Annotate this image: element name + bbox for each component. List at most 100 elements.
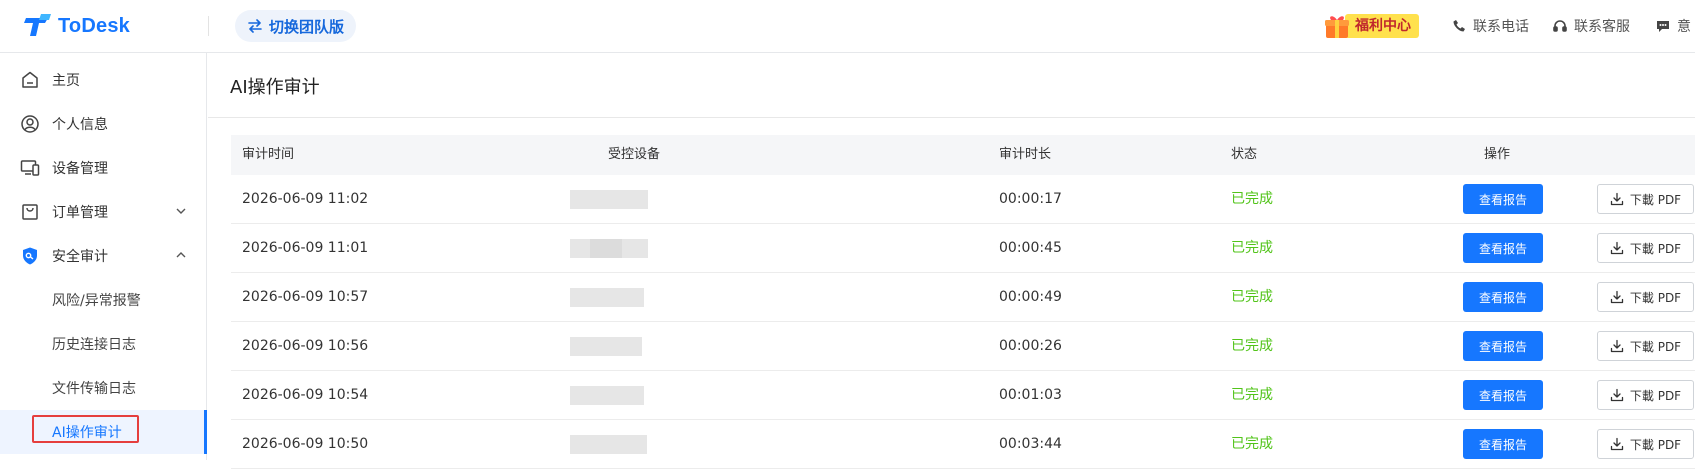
sidebar-subitem-ai-audit[interactable]: AI操作审计	[0, 410, 207, 454]
download-pdf-button[interactable]: 下載 PDF	[1597, 233, 1694, 263]
table-row: 2026-06-09 11:02 00:00:17 已完成 查看报告 下載 PD…	[231, 175, 1695, 224]
cell-audit-time: 2026-06-09 10:56	[242, 338, 369, 354]
sidebar-item-label: 主页	[52, 73, 80, 89]
sidebar-subitem-file-transfer-log[interactable]: 文件传输日志	[0, 366, 207, 410]
download-pdf-label: 下載 PDF	[1629, 388, 1682, 403]
cell-duration: 00:00:17	[999, 191, 1062, 207]
view-report-button[interactable]: 查看报告	[1463, 184, 1543, 214]
view-report-button[interactable]: 查看报告	[1463, 233, 1543, 263]
download-pdf-label: 下載 PDF	[1629, 290, 1682, 305]
table-body: 2026-06-09 11:02 00:00:17 已完成 查看报告 下載 PD…	[231, 175, 1695, 469]
column-header-actions: 操作	[1484, 147, 1511, 162]
view-report-label: 查看报告	[1478, 437, 1527, 452]
home-icon	[20, 70, 40, 90]
message-icon	[1655, 18, 1671, 34]
sidebar-subitem-risk-alerts[interactable]: 风险/异常报警	[0, 278, 207, 322]
column-header-device: 受控设备	[608, 147, 661, 162]
table-header: 审计时间 受控设备 审计时长 状态 操作	[231, 135, 1695, 175]
benefit-center-button[interactable]: 福利中心	[1323, 13, 1419, 39]
table-row: 2026-06-09 11:01 00:00:45 已完成 查看报告 下載 PD…	[231, 224, 1695, 273]
sidebar-item-orders[interactable]: 订单管理	[0, 190, 207, 234]
device-redacted-placeholder	[570, 239, 648, 258]
page-title: AI操作审计	[230, 77, 320, 98]
sidebar-item-label: 安全审计	[52, 249, 108, 265]
view-report-label: 查看报告	[1478, 339, 1527, 354]
cell-status: 已完成	[1231, 338, 1273, 354]
device-redacted-placeholder	[570, 337, 642, 356]
sidebar-subitem-label: 风险/异常报警	[52, 293, 141, 309]
headset-icon	[1552, 18, 1568, 34]
cell-audit-time: 2026-06-09 10:57	[242, 289, 369, 305]
view-report-label: 查看报告	[1478, 388, 1527, 403]
audit-table: 审计时间 受控设备 审计时长 状态 操作 2026-06-09 11:02 00…	[231, 135, 1695, 469]
device-redacted-placeholder	[570, 386, 644, 405]
main-content: AI操作审计 审计时间 受控设备 审计时长 状态 操作 2026-06-09 1…	[208, 53, 1695, 469]
download-pdf-label: 下載 PDF	[1629, 339, 1682, 354]
todesk-logo-icon	[24, 12, 54, 40]
table-row: 2026-06-09 10:54 00:01:03 已完成 查看报告 下載 PD…	[231, 371, 1695, 420]
cell-duration: 00:00:26	[999, 338, 1062, 354]
view-report-button[interactable]: 查看报告	[1463, 429, 1543, 459]
user-icon	[20, 114, 40, 134]
device-redacted-placeholder	[570, 288, 644, 307]
bag-icon	[20, 202, 40, 222]
header-divider	[208, 16, 209, 36]
table-row: 2026-06-09 10:50 00:03:44 已完成 查看报告 下載 PD…	[231, 420, 1695, 469]
download-pdf-button[interactable]: 下載 PDF	[1597, 380, 1694, 410]
cell-audit-time: 2026-06-09 10:54	[242, 387, 369, 403]
sidebar-item-home[interactable]: 主页	[0, 58, 207, 102]
download-pdf-button[interactable]: 下載 PDF	[1597, 282, 1694, 312]
sidebar-item-label: 设备管理	[52, 161, 108, 177]
view-report-label: 查看报告	[1478, 192, 1527, 207]
cell-status: 已完成	[1231, 289, 1273, 305]
table-row: 2026-06-09 10:57 00:00:49 已完成 查看报告 下載 PD…	[231, 273, 1695, 322]
switch-team-edition-label: 切换团队版	[269, 17, 345, 36]
view-report-button[interactable]: 查看报告	[1463, 282, 1543, 312]
download-pdf-button[interactable]: 下載 PDF	[1597, 331, 1694, 361]
view-report-button[interactable]: 查看报告	[1463, 380, 1543, 410]
sidebar-item-profile[interactable]: 个人信息	[0, 102, 207, 146]
download-pdf-label: 下載 PDF	[1629, 437, 1682, 452]
contact-phone-link[interactable]: 联系电话	[1451, 16, 1529, 36]
chevron-down-icon	[175, 205, 187, 217]
cell-status: 已完成	[1231, 436, 1273, 452]
contact-support-label: 联系客服	[1574, 19, 1630, 35]
download-icon	[1610, 241, 1624, 255]
contact-support-link[interactable]: 联系客服	[1552, 16, 1630, 36]
title-divider	[208, 117, 1695, 118]
download-icon	[1610, 192, 1624, 206]
app-logo[interactable]: ToDesk	[24, 12, 130, 40]
contact-phone-label: 联系电话	[1473, 19, 1529, 35]
sidebar-item-devices[interactable]: 设备管理	[0, 146, 207, 190]
table-row: 2026-06-09 10:56 00:00:26 已完成 查看报告 下載 PD…	[231, 322, 1695, 371]
sidebar-item-security-audit[interactable]: 安全审计	[0, 234, 207, 278]
download-icon	[1610, 290, 1624, 304]
shield-icon	[20, 246, 40, 266]
cell-audit-time: 2026-06-09 10:50	[242, 436, 369, 452]
download-pdf-label: 下載 PDF	[1629, 241, 1682, 256]
gift-icon	[1323, 12, 1351, 40]
column-header-status: 状态	[1231, 147, 1258, 162]
devices-icon	[20, 158, 40, 178]
device-redacted-placeholder	[570, 190, 648, 209]
cell-duration: 00:03:44	[999, 436, 1062, 452]
active-indicator	[204, 410, 207, 454]
switch-team-edition-button[interactable]: 切换团队版	[235, 10, 357, 42]
message-link[interactable]: 意	[1655, 16, 1691, 36]
top-header: ToDesk 切换团队版 福利中心 联系电话 联系客服 意	[0, 0, 1695, 53]
chevron-up-icon	[175, 249, 187, 261]
benefit-center-label: 福利中心	[1345, 14, 1419, 38]
sidebar-subitem-connection-log[interactable]: 历史连接日志	[0, 322, 207, 366]
device-redacted-placeholder	[570, 435, 647, 454]
download-pdf-label: 下載 PDF	[1629, 192, 1682, 207]
column-header-time: 审计时间	[242, 147, 295, 162]
cell-duration: 00:01:03	[999, 387, 1062, 403]
download-pdf-button[interactable]: 下載 PDF	[1597, 429, 1694, 459]
swap-icon	[247, 18, 263, 34]
sidebar: 主页 个人信息 设备管理 订单管理 安全审计 风险/异常报警 历史连接日志 文件…	[0, 53, 207, 460]
download-pdf-button[interactable]: 下載 PDF	[1597, 184, 1694, 214]
highlight-box	[32, 415, 139, 443]
view-report-label: 查看报告	[1478, 241, 1527, 256]
app-name: ToDesk	[58, 14, 130, 37]
view-report-button[interactable]: 查看报告	[1463, 331, 1543, 361]
